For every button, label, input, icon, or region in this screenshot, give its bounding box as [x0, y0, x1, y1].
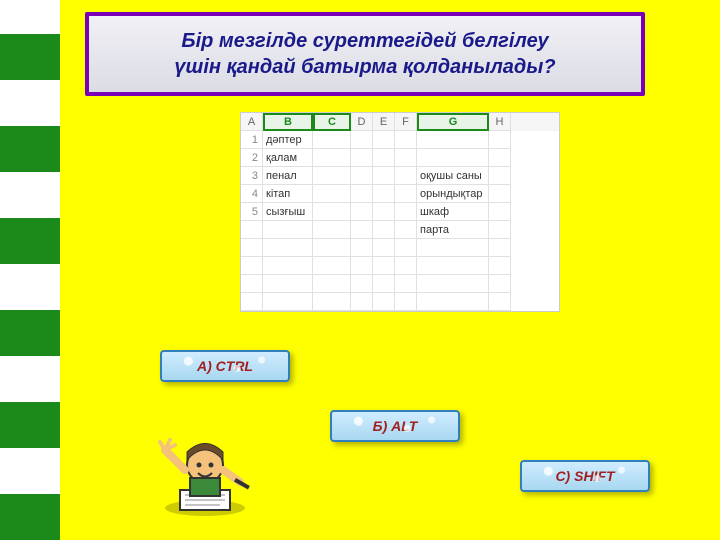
- answer-a-label: А) CTRL: [197, 358, 253, 374]
- col-header-selected: C: [313, 113, 351, 131]
- table-row: [241, 257, 559, 275]
- col-header: A: [241, 113, 263, 131]
- spreadsheet: A B C D E F G H 1дәптер 2қалам 3пеналоқу…: [240, 112, 560, 312]
- answer-b-label: Б) ALT: [373, 418, 418, 434]
- table-row: парта: [241, 221, 559, 239]
- answer-option-c[interactable]: С) SHIFT: [520, 460, 650, 492]
- ornament-strip: [0, 0, 60, 540]
- table-row: 1дәптер: [241, 131, 559, 149]
- table-row: 2қалам: [241, 149, 559, 167]
- answer-option-a[interactable]: А) CTRL: [160, 350, 290, 382]
- table-row: 3пеналоқушы саны: [241, 167, 559, 185]
- question-line1: Бір мезгілде суреттегідей белгілеу: [107, 28, 623, 54]
- question-line2: үшін қандай батырма қолданылады?: [107, 54, 623, 80]
- student-clipart-icon: [150, 420, 260, 520]
- answer-c-label: С) SHIFT: [555, 468, 614, 484]
- answer-option-b[interactable]: Б) ALT: [330, 410, 460, 442]
- col-header: E: [373, 113, 395, 131]
- col-header: H: [489, 113, 511, 131]
- table-row: [241, 275, 559, 293]
- table-row: 5сызғышшкаф: [241, 203, 559, 221]
- col-header-selected: G: [417, 113, 489, 131]
- table-row: [241, 293, 559, 311]
- table-row: 4кітапорындықтар: [241, 185, 559, 203]
- sheet-header-row: A B C D E F G H: [241, 113, 559, 131]
- col-header: D: [351, 113, 373, 131]
- question-box: Бір мезгілде суреттегідей белгілеу үшін …: [85, 12, 645, 96]
- col-header: F: [395, 113, 417, 131]
- table-row: [241, 239, 559, 257]
- col-header-selected: B: [263, 113, 313, 131]
